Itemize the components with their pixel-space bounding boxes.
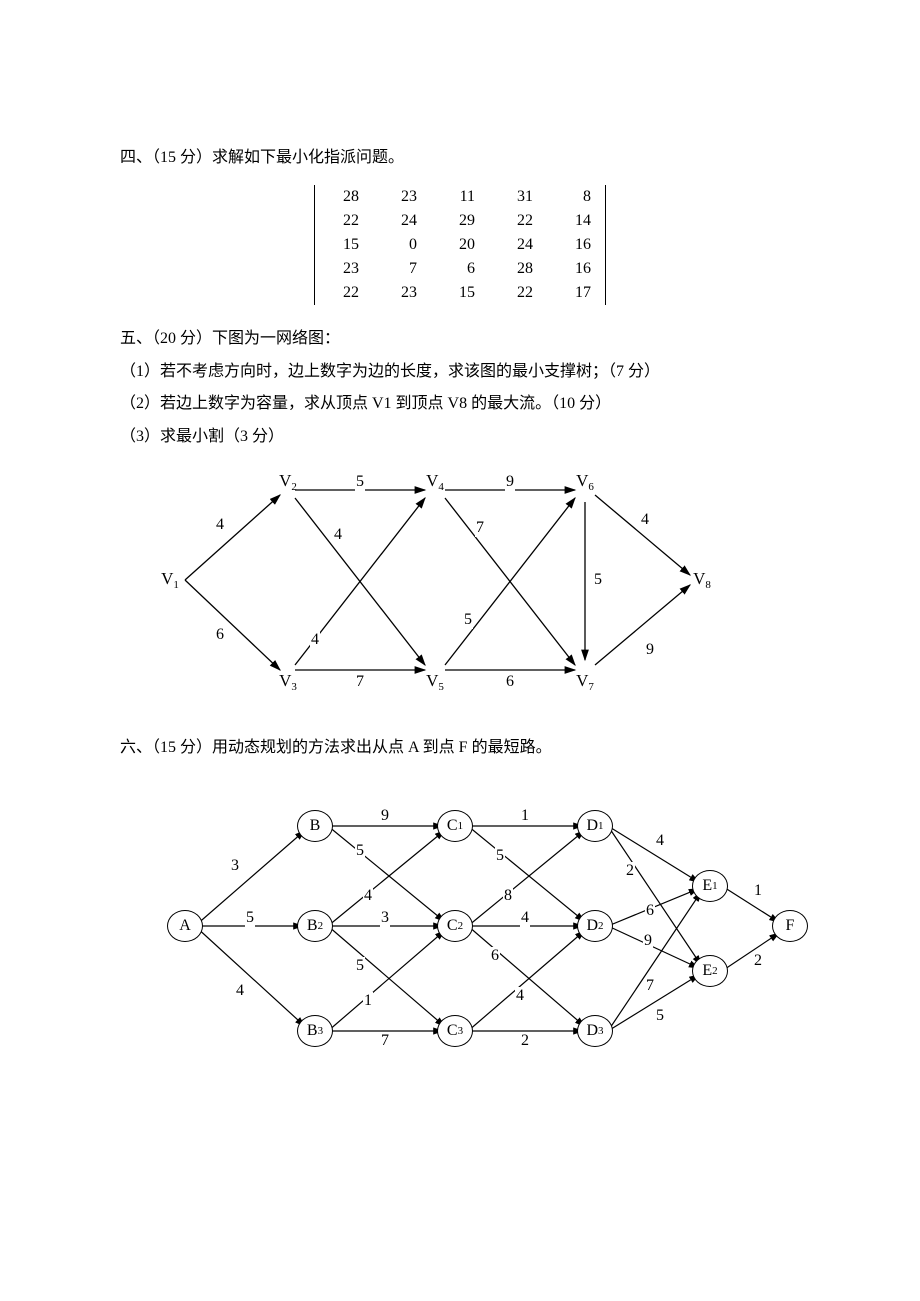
w-C2-D3: 6: [490, 947, 500, 965]
w-A-B2: 5: [245, 909, 255, 927]
node-D1: D1: [577, 810, 613, 842]
w-v7v8: 9: [645, 641, 655, 659]
w-E2-F: 2: [753, 952, 763, 970]
node-B3: B3: [297, 1015, 333, 1047]
q5-heading: 五、（20 分）下图为一网络图：: [120, 325, 800, 354]
w-v3v5: 7: [355, 673, 365, 691]
node-C1: C1: [437, 810, 473, 842]
node-E2: E2: [692, 955, 728, 987]
w-C3-D3: 2: [520, 1032, 530, 1050]
w-D3-E2: 5: [655, 1007, 665, 1025]
w-A-B: 3: [230, 857, 240, 875]
assignment-matrix: 282311318 2224292214 150202416 23762816 …: [120, 185, 800, 305]
w-v4v6: 9: [505, 473, 515, 491]
q6-heading: 六、（15 分）用动态规划的方法求出从点 A 到点 F 的最短路。: [120, 734, 800, 763]
w-v5v6: 5: [463, 611, 473, 629]
w-v5v7: 6: [505, 673, 515, 691]
w-v6v7: 5: [593, 571, 603, 589]
w-v1v2: 4: [215, 516, 225, 534]
w-v2v5: 4: [333, 526, 343, 544]
w-E1-F: 1: [753, 882, 763, 900]
node-B: B: [297, 810, 333, 842]
w-C2-D1: 8: [503, 887, 513, 905]
w-D3-E1: 7: [645, 977, 655, 995]
q5-sub2: （2）若边上数字为容量，求从顶点 V1 到顶点 V8 的最大流。（10 分）: [120, 390, 800, 419]
w-C3-D2: 4: [515, 987, 525, 1005]
w-D1-E2: 2: [625, 862, 635, 880]
q5-sub1: （1）若不考虑方向时，边上数字为边的长度，求该图的最小支撑树；（7 分）: [120, 358, 800, 387]
w-B2-C3: 5: [355, 957, 365, 975]
node-B2: B2: [297, 910, 333, 942]
w-v6v8: 4: [640, 511, 650, 529]
w-v2v4: 5: [355, 473, 365, 491]
w-D1-E1: 4: [655, 832, 665, 850]
page-content: 四、（15 分）求解如下最小化指派问题。 282311318 222429221…: [0, 0, 920, 1145]
q4-heading: 四、（15 分）求解如下最小化指派问题。: [120, 144, 800, 173]
w-v1v3: 6: [215, 626, 225, 644]
w-C1-D1: 1: [520, 807, 530, 825]
q5-sub3: （3）求最小割（3 分）: [120, 423, 800, 452]
w-D2-E2: 9: [643, 932, 653, 950]
node-F: F: [772, 910, 808, 942]
node-D2: D2: [577, 910, 613, 942]
w-B2-C2: 3: [380, 909, 390, 927]
node-D3: D3: [577, 1015, 613, 1047]
dp-diagram-q6: A B B2 B3 C1 C2 C3 D1 D2 D3 E1 E2 F 3 5 …: [150, 771, 810, 1081]
w-B2-C1: 4: [363, 887, 373, 905]
w-B-C2: 5: [355, 842, 365, 860]
w-B-C1: 9: [380, 807, 390, 825]
w-v4v7: 7: [475, 519, 485, 537]
w-B3-C2: 1: [363, 992, 373, 1010]
w-B3-C3: 7: [380, 1032, 390, 1050]
node-C3: C3: [437, 1015, 473, 1047]
w-A-B3: 4: [235, 982, 245, 1000]
w-v3v4: 4: [310, 631, 320, 649]
w-C2-D2: 4: [520, 909, 530, 927]
w-C1-D2: 5: [495, 847, 505, 865]
network-diagram-q5: V1 V2 V3 V4 V5 V6 V7 V8 4 6 5 4 4 7 9 7 …: [150, 460, 710, 710]
node-C2: C2: [437, 910, 473, 942]
node-E1: E1: [692, 870, 728, 902]
w-D2-E1: 6: [645, 902, 655, 920]
node-A: A: [167, 910, 203, 942]
